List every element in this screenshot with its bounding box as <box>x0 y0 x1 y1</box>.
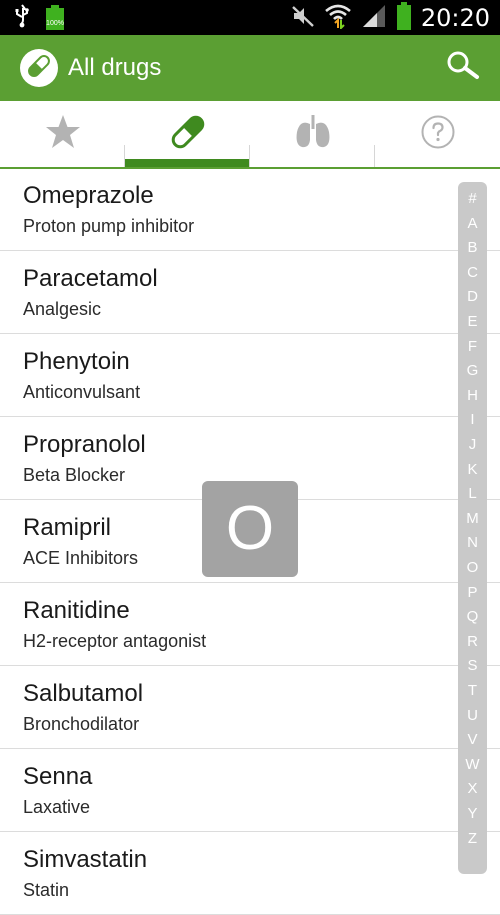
drug-category: Analgesic <box>23 299 102 319</box>
drug-name: Omeprazole <box>23 182 154 209</box>
drug-name: Salbutamol <box>23 680 144 707</box>
list-item[interactable]: Salbutamol Bronchodilator <box>0 666 500 749</box>
search-button[interactable] <box>444 49 482 87</box>
drug-name: Paracetamol <box>23 265 158 292</box>
alphabet-index-bar[interactable]: # A B C D E F G H I J K L M N O P Q R S T U V W X Y Z <box>458 182 487 874</box>
index-letter[interactable]: B <box>458 239 487 257</box>
drug-category: H2-receptor antagonist <box>23 631 207 651</box>
help-icon <box>420 114 456 154</box>
status-bar: 100% 20:20 <box>0 0 500 35</box>
drug-name: Phenytoin <box>23 348 130 375</box>
star-icon <box>44 114 82 154</box>
tab-help[interactable] <box>375 101 500 167</box>
index-letter[interactable]: S <box>458 657 487 675</box>
index-letter[interactable]: E <box>458 313 487 331</box>
battery-percent-label: 100% <box>46 19 64 27</box>
drug-category: Laxative <box>23 797 91 817</box>
app-logo[interactable] <box>20 49 58 87</box>
index-letter[interactable]: C <box>458 264 487 282</box>
drug-category: Anticonvulsant <box>23 382 141 402</box>
index-letter[interactable]: V <box>458 731 487 749</box>
index-letter[interactable]: D <box>458 288 487 306</box>
index-letter[interactable]: R <box>458 633 487 651</box>
index-letter[interactable]: K <box>458 461 487 479</box>
index-letter[interactable]: X <box>458 780 487 798</box>
drug-category: Bronchodilator <box>23 714 140 734</box>
index-letter[interactable]: Q <box>458 608 487 626</box>
drug-name: Ranitidine <box>23 597 130 624</box>
index-letter[interactable]: W <box>458 756 487 774</box>
tab-systems[interactable] <box>250 101 375 167</box>
drug-category: Beta Blocker <box>23 465 126 485</box>
drug-name: Ramipril <box>23 514 112 541</box>
index-letter[interactable]: I <box>458 411 487 429</box>
battery-full-icon: 100% <box>44 4 66 31</box>
app-bar: All drugs <box>0 35 500 101</box>
pill-logo-icon <box>25 52 53 84</box>
status-time: 20:20 <box>420 4 490 32</box>
signal-icon <box>361 3 387 33</box>
tab-all-drugs[interactable] <box>125 101 250 167</box>
list-item[interactable]: Senna Laxative <box>0 749 500 832</box>
tab-bar <box>0 101 500 169</box>
index-letter[interactable]: H <box>458 387 487 405</box>
drug-name: Senna <box>23 763 93 790</box>
tab-separator <box>249 145 250 167</box>
index-letter[interactable]: J <box>458 436 487 454</box>
usb-icon <box>14 3 30 32</box>
tab-separator <box>374 145 375 167</box>
index-letter-popup: O <box>202 481 298 577</box>
index-letter[interactable]: A <box>458 215 487 233</box>
index-letter[interactable]: U <box>458 707 487 725</box>
drug-name: Propranolol <box>23 431 146 458</box>
index-letter[interactable]: G <box>458 362 487 380</box>
wifi-icon <box>324 3 352 33</box>
list-item[interactable]: Phenytoin Anticonvulsant <box>0 334 500 417</box>
lungs-icon <box>294 114 332 154</box>
index-letter[interactable]: L <box>458 485 487 503</box>
index-letter[interactable]: P <box>458 584 487 602</box>
list-item[interactable]: Simvastatin Statin <box>0 832 500 915</box>
index-letter[interactable]: F <box>458 338 487 356</box>
app-title: All drugs <box>68 54 162 81</box>
drug-category: Proton pump inhibitor <box>23 216 195 236</box>
index-letter[interactable]: Y <box>458 805 487 823</box>
list-item[interactable]: Omeprazole Proton pump inhibitor <box>0 168 500 251</box>
index-letter[interactable]: O <box>458 559 487 577</box>
drug-name: Simvastatin <box>23 846 148 873</box>
list-item[interactable]: Ranitidine H2-receptor antagonist <box>0 583 500 666</box>
index-letter[interactable]: Z <box>458 830 487 848</box>
list-item[interactable]: Paracetamol Analgesic <box>0 251 500 334</box>
tab-favourites[interactable] <box>0 101 125 167</box>
index-letter[interactable]: # <box>458 190 487 208</box>
index-popup-letter: O <box>225 494 275 563</box>
mute-icon <box>291 4 315 32</box>
pill-icon <box>168 112 208 156</box>
battery-icon <box>396 2 412 34</box>
tab-selected-indicator <box>125 159 249 167</box>
index-letter[interactable]: M <box>458 510 487 528</box>
index-letter[interactable]: N <box>458 534 487 552</box>
search-icon <box>445 50 481 86</box>
drug-category: ACE Inhibitors <box>23 548 139 568</box>
status-bar-right: 20:20 <box>291 2 490 34</box>
index-letter[interactable]: T <box>458 682 487 700</box>
status-bar-left: 100% <box>14 3 66 32</box>
drug-category: Statin <box>23 880 70 900</box>
